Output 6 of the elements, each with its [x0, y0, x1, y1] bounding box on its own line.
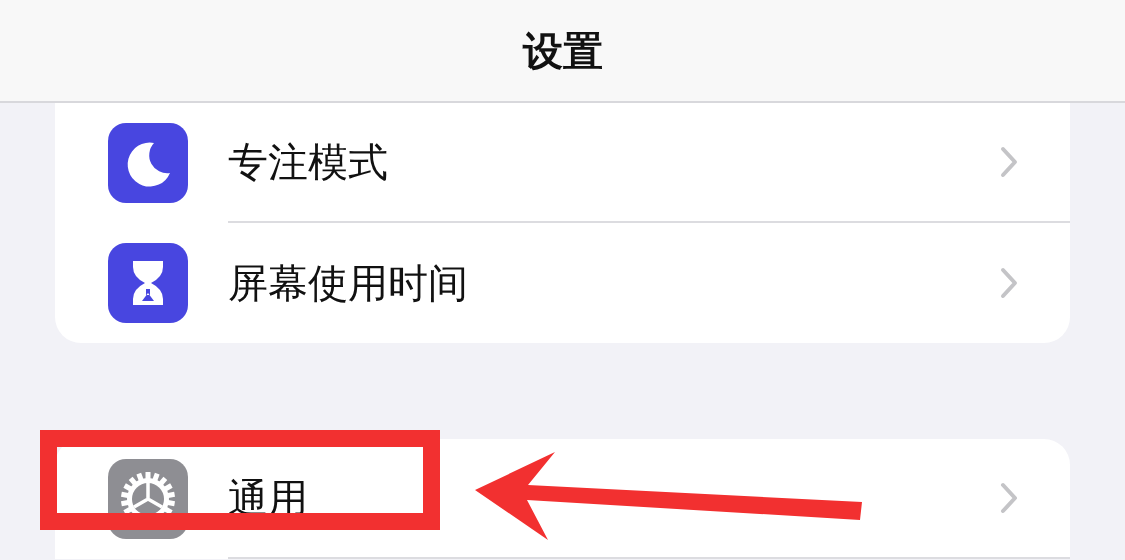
chevron-icon: [1000, 267, 1018, 299]
chevron-icon: [1000, 146, 1018, 178]
setting-label[interactable]: 专注模式: [228, 132, 1000, 192]
chevron-icon: [1000, 482, 1018, 514]
setting-label[interactable]: 屏幕使用时间: [228, 253, 1000, 313]
page-title: 设置: [522, 26, 603, 76]
